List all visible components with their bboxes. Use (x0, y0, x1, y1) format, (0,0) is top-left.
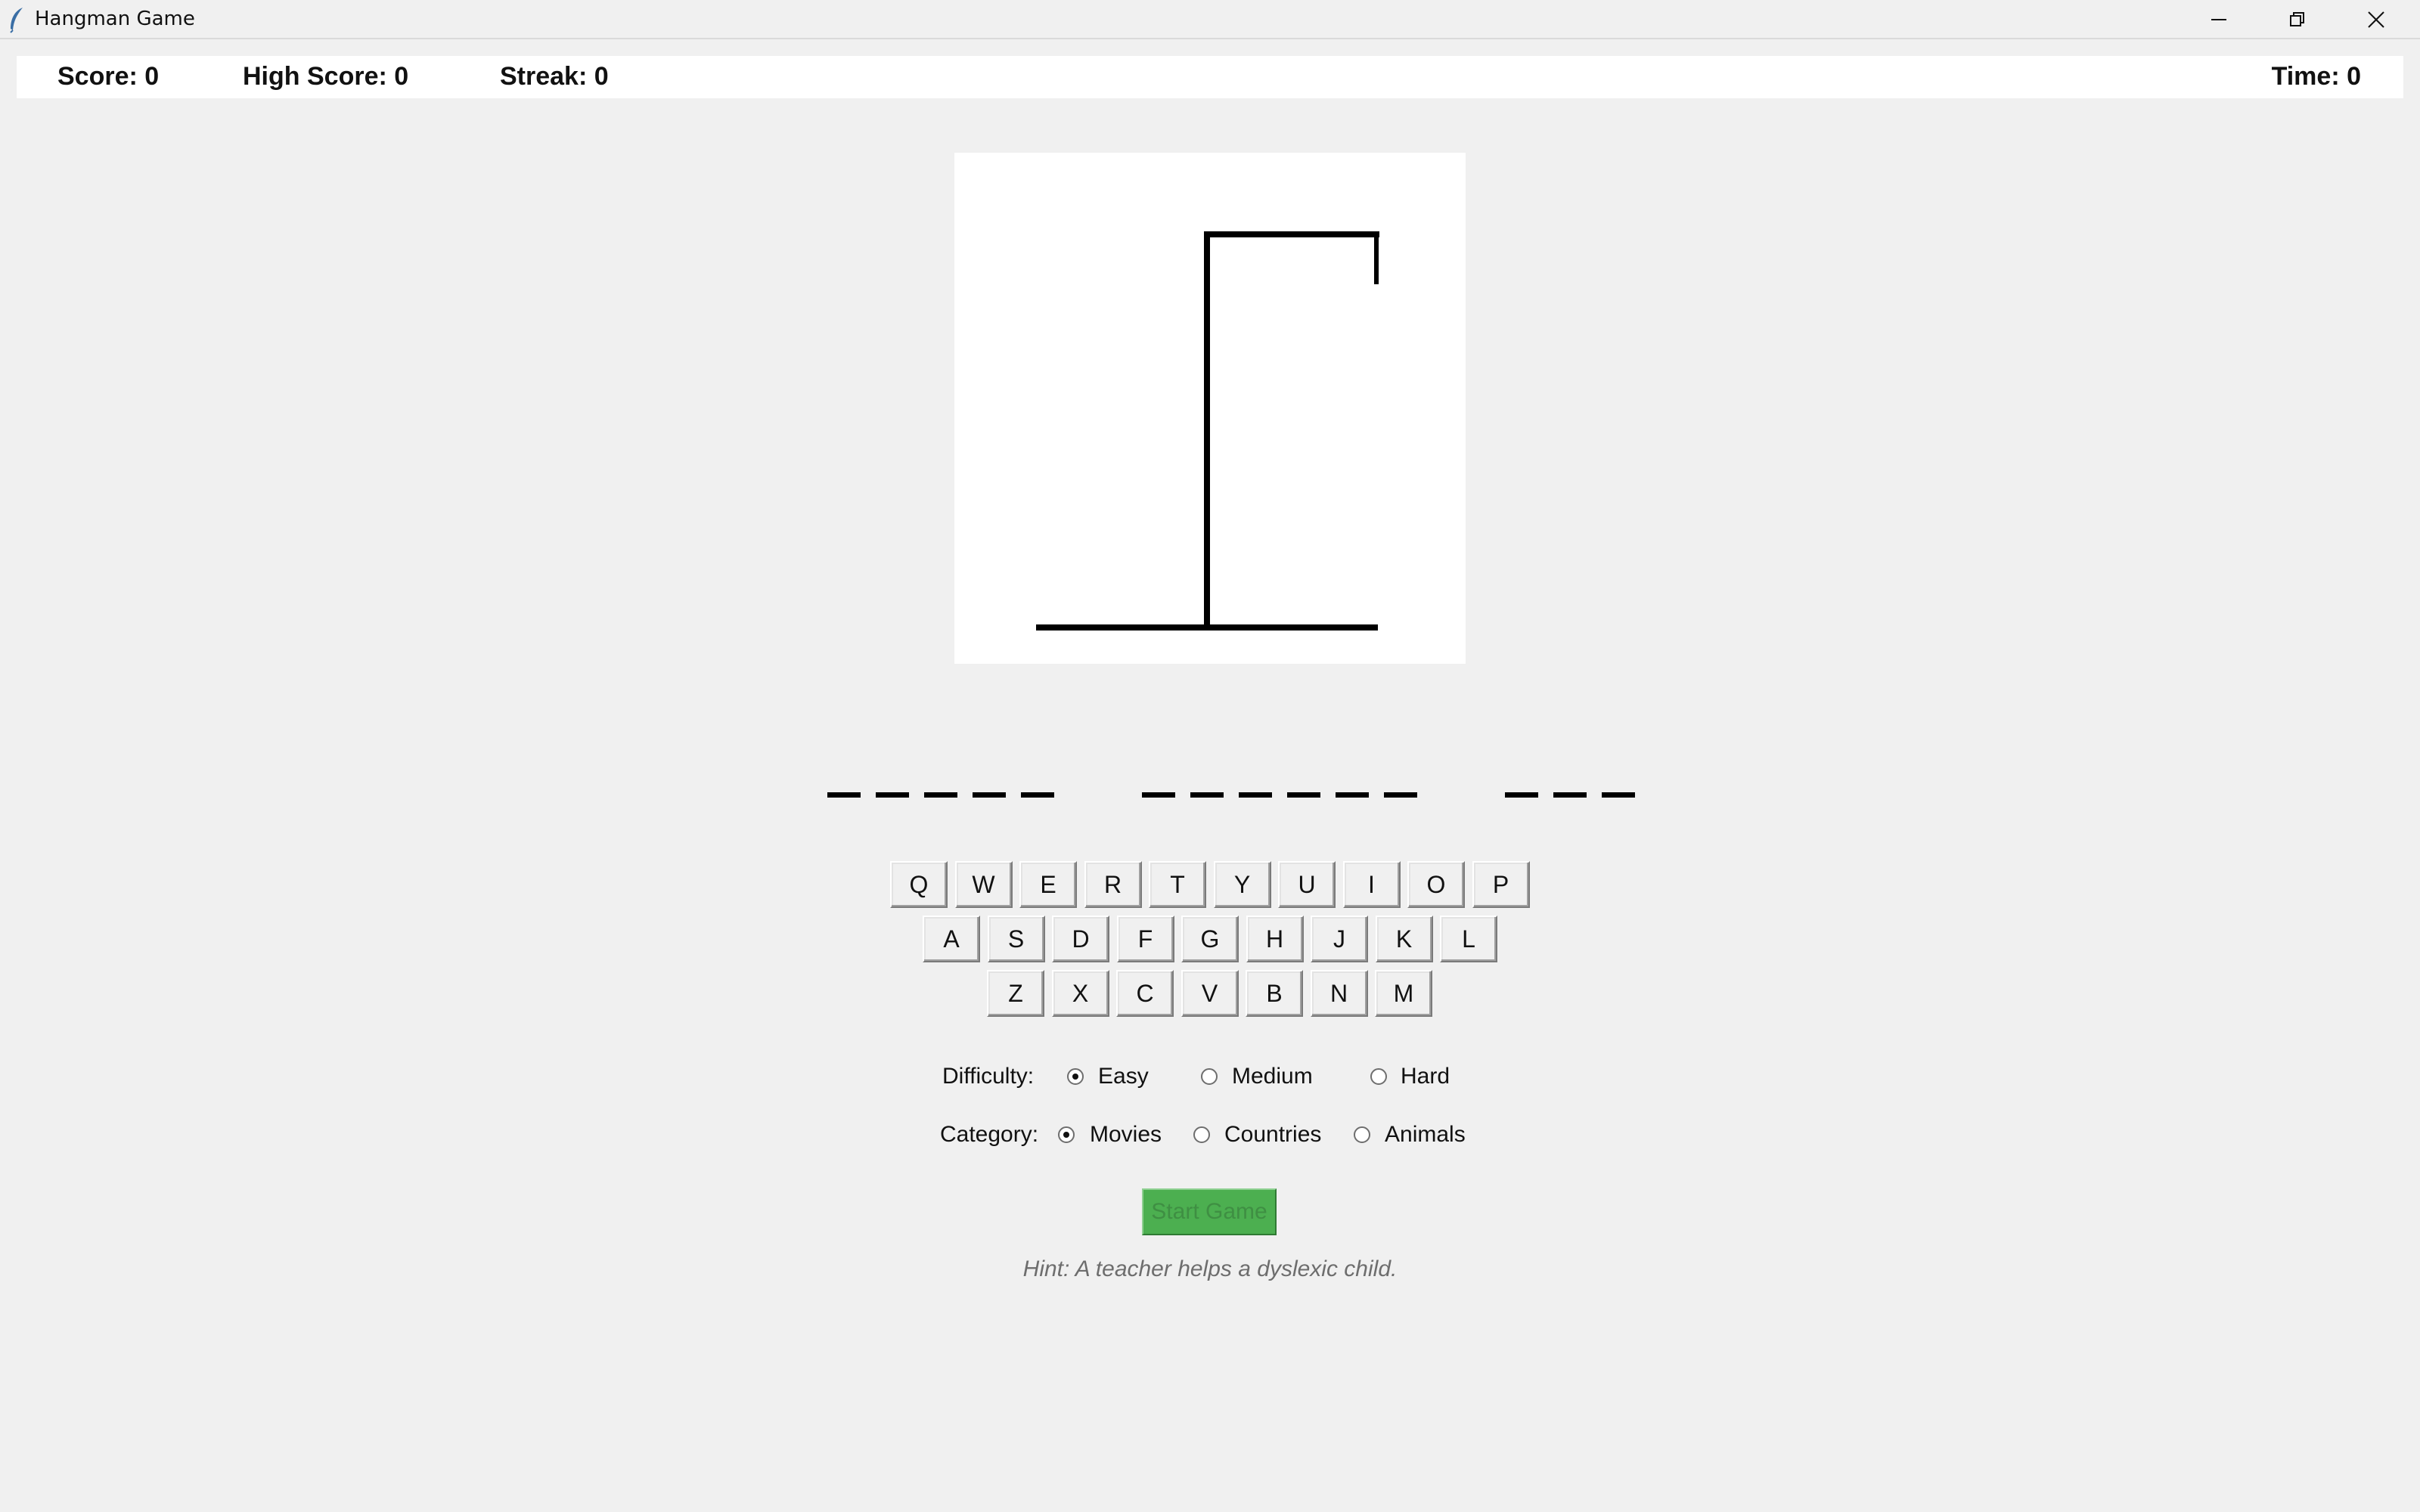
start-game-button[interactable]: Start Game (1142, 1188, 1277, 1235)
key-l[interactable]: L (1440, 916, 1497, 962)
difficulty-easy-radio[interactable] (1067, 1068, 1084, 1085)
word-display (827, 779, 1635, 809)
restore-icon (2290, 12, 2304, 26)
letter-blank (1384, 792, 1417, 798)
feather-icon (10, 8, 23, 33)
key-g[interactable]: G (1181, 916, 1239, 962)
key-d[interactable]: D (1052, 916, 1109, 962)
category-animals-radio[interactable] (1354, 1126, 1370, 1143)
close-icon (2368, 11, 2384, 28)
letter-blank (827, 792, 861, 798)
category-movies-label[interactable]: Movies (1090, 1122, 1162, 1148)
high-score-label: High Score: 0 (243, 62, 409, 91)
key-w[interactable]: W (954, 861, 1013, 908)
letter-blank (924, 792, 957, 798)
key-k[interactable]: K (1375, 916, 1433, 962)
letter-blank (1287, 792, 1320, 798)
key-f[interactable]: F (1116, 916, 1174, 962)
hint-text: Hint: A teacher helps a dyslexic child. (1022, 1256, 1398, 1281)
letter-blank (876, 792, 909, 798)
key-u[interactable]: U (1278, 861, 1336, 908)
key-b[interactable]: B (1246, 970, 1303, 1017)
key-j[interactable]: J (1311, 916, 1368, 962)
key-c[interactable]: C (1116, 970, 1174, 1017)
key-s[interactable]: S (987, 916, 1045, 962)
difficulty-medium-label[interactable]: Medium (1232, 1064, 1313, 1089)
difficulty-hard-label[interactable]: Hard (1401, 1064, 1450, 1089)
letter-blank (1021, 792, 1054, 798)
letter-blank (1239, 792, 1272, 798)
key-h[interactable]: H (1246, 916, 1304, 962)
difficulty-easy-label[interactable]: Easy (1098, 1064, 1149, 1089)
key-n[interactable]: N (1310, 970, 1368, 1017)
timer-label: Time: 0 (2271, 62, 2361, 91)
title-bar: Hangman Game (0, 0, 2420, 39)
key-r[interactable]: R (1084, 861, 1142, 908)
key-a[interactable]: A (923, 916, 980, 962)
gallows-drawing (1036, 231, 1379, 631)
letter-blank (1505, 792, 1538, 798)
hangman-canvas (954, 153, 1466, 664)
key-e[interactable]: E (1019, 861, 1077, 908)
key-i[interactable]: I (1342, 861, 1401, 908)
key-x[interactable]: X (1051, 970, 1109, 1017)
difficulty-hard-radio[interactable] (1370, 1068, 1387, 1085)
key-z[interactable]: Z (987, 970, 1044, 1017)
key-q[interactable]: Q (890, 861, 948, 908)
score-label: Score: 0 (57, 62, 160, 91)
letter-blank (1602, 792, 1635, 798)
restore-button[interactable] (2258, 0, 2337, 39)
difficulty-medium-radio[interactable] (1201, 1068, 1218, 1085)
key-o[interactable]: O (1407, 861, 1465, 908)
category-countries-label[interactable]: Countries (1224, 1122, 1321, 1148)
difficulty-label: Difficulty: (942, 1064, 1035, 1089)
letter-blank (1336, 792, 1369, 798)
key-y[interactable]: Y (1213, 861, 1271, 908)
window-title: Hangman Game (35, 8, 195, 30)
minimize-button[interactable] (2180, 0, 2258, 39)
letter-blank (1553, 792, 1587, 798)
status-bar: Score: 0 High Score: 0 Streak: 0 Time: 0 (17, 56, 2403, 98)
letter-blank (973, 792, 1006, 798)
close-button[interactable] (2337, 0, 2415, 39)
category-animals-label[interactable]: Animals (1385, 1122, 1466, 1148)
category-countries-radio[interactable] (1193, 1126, 1210, 1143)
key-m[interactable]: M (1375, 970, 1432, 1017)
key-v[interactable]: V (1181, 970, 1239, 1017)
category-movies-radio[interactable] (1058, 1126, 1075, 1143)
letter-blank (1142, 792, 1175, 798)
letter-blank (1190, 792, 1224, 798)
key-t[interactable]: T (1149, 861, 1206, 908)
category-label: Category: (940, 1122, 1039, 1147)
minimize-icon (2211, 19, 2226, 20)
streak-label: Streak: 0 (500, 62, 609, 91)
key-p[interactable]: P (1472, 861, 1530, 908)
